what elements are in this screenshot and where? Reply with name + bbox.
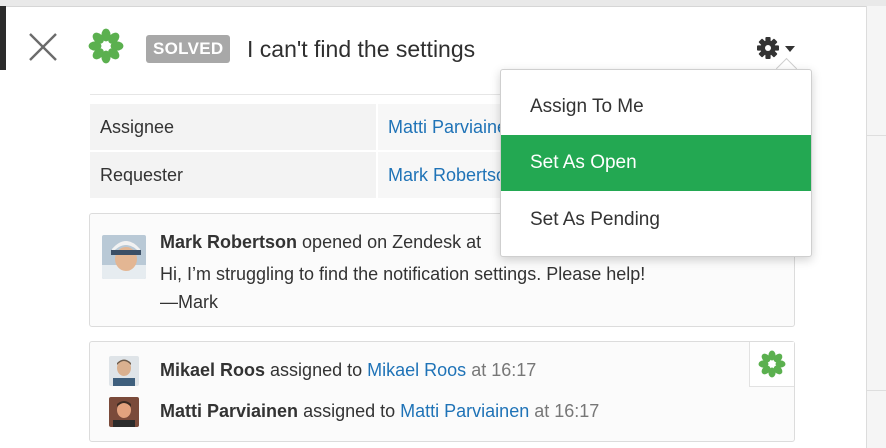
event-actor[interactable]: Mikael Roos <box>160 360 265 380</box>
close-icon[interactable] <box>28 32 58 62</box>
property-label: Requester <box>100 165 184 185</box>
right-side-panel <box>866 6 886 448</box>
event-target-link[interactable]: Mikael Roos <box>367 360 466 380</box>
event-row: Matti Parviainen assigned to Matti Parvi… <box>160 401 599 422</box>
channel-badge <box>749 342 794 387</box>
window-top-edge <box>0 0 886 7</box>
event-time: at 16:17 <box>534 401 600 421</box>
comment-line: Hi, I’m struggling to find the notificat… <box>160 264 646 284</box>
event-row: Mikael Roos assigned to Mikael Roos at 1… <box>160 360 536 381</box>
ticket-actions-button[interactable] <box>754 33 798 63</box>
events-card: Mikael Roos assigned to Mikael Roos at 1… <box>89 341 795 442</box>
status-badge: SOLVED <box>146 35 231 63</box>
gear-icon <box>757 37 795 59</box>
event-target-link[interactable]: Matti Parviainen <box>400 401 529 421</box>
zendesk-logo-icon <box>88 28 124 64</box>
property-label: Assignee <box>100 117 175 137</box>
avatar <box>109 356 139 386</box>
zendesk-channel-icon <box>758 350 786 378</box>
event-action: assigned to <box>303 401 396 421</box>
comment-body: Hi, I’m struggling to find the notificat… <box>160 260 645 316</box>
event-action: assigned to <box>270 360 363 380</box>
comment-author[interactable]: Mark Robertson <box>160 232 297 252</box>
menu-item-assign-to-me[interactable]: Assign To Me <box>501 79 811 135</box>
comment-header: Mark Robertson opened on Zendesk at <box>160 232 481 253</box>
event-actor[interactable]: Matti Parviainen <box>160 401 298 421</box>
menu-item-set-as-pending[interactable]: Set As Pending <box>501 192 811 248</box>
menu-item-set-as-open[interactable]: Set As Open <box>501 135 811 191</box>
ticket-title: I can't find the settings <box>247 36 476 62</box>
comment-signature: —Mark <box>160 292 218 312</box>
ticket-actions-dropdown: Assign To Me Set As Open Set As Pending <box>500 69 812 257</box>
event-time: at 16:17 <box>471 360 537 380</box>
caret-down-icon <box>785 46 795 52</box>
comment-action: opened on Zendesk at <box>302 232 482 252</box>
left-panel-edge <box>0 6 6 70</box>
avatar <box>102 235 146 279</box>
avatar <box>109 397 139 427</box>
